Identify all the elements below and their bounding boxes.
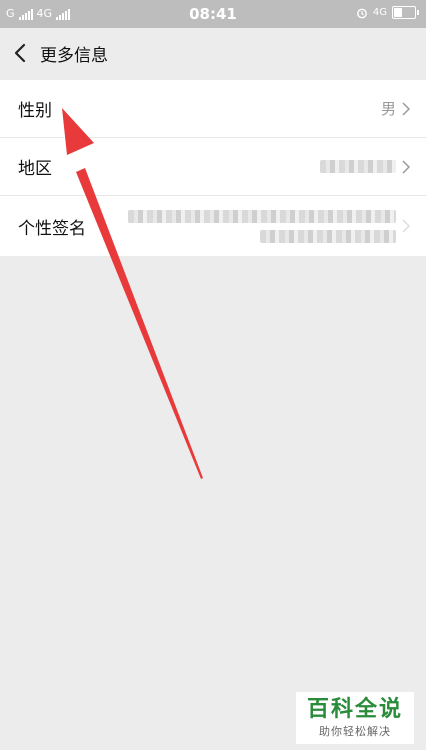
- gender-value: 男: [380, 100, 396, 118]
- back-button[interactable]: [0, 28, 40, 78]
- chevron-left-icon: [14, 43, 26, 63]
- row-region[interactable]: 地区: [0, 138, 426, 196]
- row-signature[interactable]: 个性签名: [0, 196, 426, 256]
- battery-icon: [392, 6, 419, 19]
- status-icons: 4G: [356, 6, 419, 19]
- row-value-area: [320, 138, 410, 195]
- nav-header: 更多信息: [0, 28, 426, 78]
- row-label: 地区: [18, 159, 52, 179]
- alarm-icon: [356, 8, 367, 18]
- row-gender[interactable]: 性别 男: [0, 80, 426, 138]
- watermark-title: 百科全说: [306, 697, 403, 722]
- row-value-area: 男: [381, 80, 410, 137]
- info-list: 性别 男 地区 个性签名: [0, 80, 426, 256]
- region-value-blurred: [320, 160, 396, 173]
- row-value-area: [128, 196, 410, 256]
- status-bar: G 4G 08:41 4G: [0, 0, 426, 28]
- row-label: 个性签名: [18, 218, 86, 239]
- network-label: 4G: [372, 7, 387, 18]
- watermark-logo: 百科全说 助你轻松解决: [296, 692, 414, 744]
- signature-value-blurred: [128, 209, 396, 243]
- row-label: 性别: [18, 101, 52, 121]
- chevron-right-icon: [402, 101, 410, 116]
- page-title: 更多信息: [40, 45, 108, 66]
- chevron-right-icon: [402, 159, 410, 174]
- chevron-right-icon: [402, 219, 410, 233]
- watermark-subtitle: 助你轻松解决: [319, 725, 391, 738]
